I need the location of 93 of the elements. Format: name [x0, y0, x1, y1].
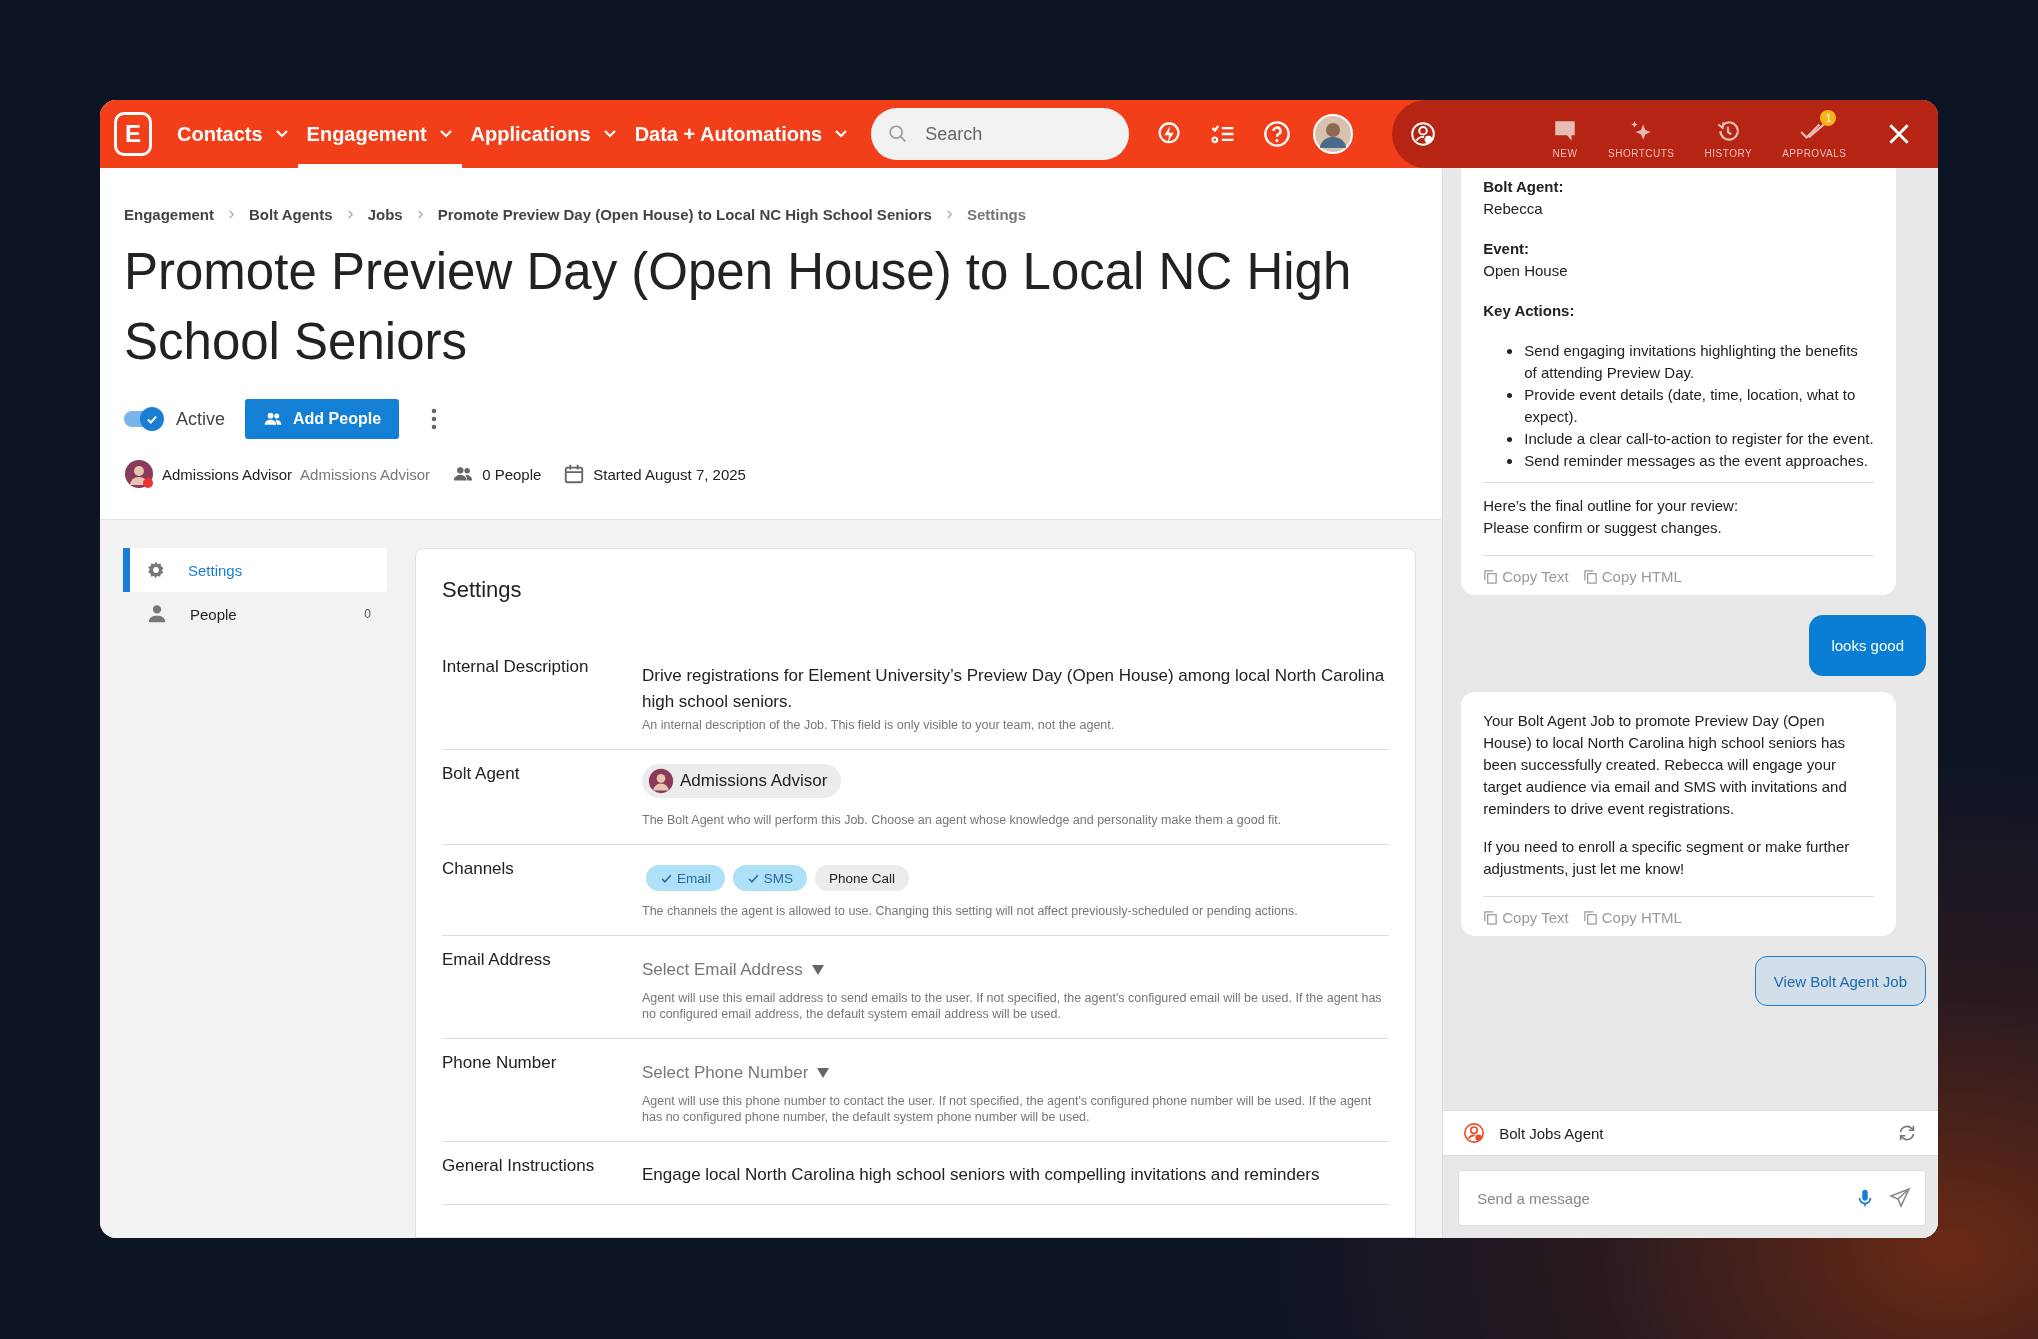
- field-label: Phone Number: [442, 1053, 558, 1074]
- list-item: Include a clear call-to-action to register for the event.: [1524, 429, 1874, 449]
- agent-chip[interactable]: Admissions Advisor: [642, 764, 842, 798]
- section-title: Settings: [442, 577, 523, 603]
- assistant-tool-button[interactable]: APPROVALS 1: [1776, 109, 1853, 159]
- field-label: Event:: [1483, 239, 1531, 259]
- person-icon: [146, 603, 168, 625]
- list-item: Send reminder messages as the event approaches.: [1524, 451, 1868, 471]
- channel-chip[interactable]: Phone Call: [815, 865, 910, 891]
- assistant-tool-button[interactable]: NEW: [1546, 109, 1584, 159]
- copy-icon: [1582, 569, 1598, 584]
- description-text: Drive registrations for Element University’s Preview Day (Open House) among local North Carolina high school seniors.: [642, 665, 1386, 713]
- caret-icon: [602, 129, 617, 139]
- people-count: 0 People: [482, 465, 542, 483]
- toggle-label: Active: [176, 408, 226, 430]
- select-dropdown[interactable]: Select Phone Number: [642, 1063, 831, 1083]
- copy-button[interactable]: Copy HTML: [1582, 909, 1682, 926]
- assistant-tool-button[interactable]: SHORTCUTS: [1602, 109, 1681, 159]
- caret-icon: [274, 129, 289, 139]
- copy-button[interactable]: Copy Text: [1483, 568, 1569, 585]
- caret-icon: [816, 1067, 831, 1079]
- chevron-icon: [346, 209, 354, 220]
- bullet-icon: [1507, 349, 1513, 354]
- agent-role: Admissions Advisor: [300, 465, 431, 483]
- field-label: Bolt Agent: [442, 764, 521, 785]
- copy-button[interactable]: Copy Text: [1483, 909, 1569, 926]
- help-icon[interactable]: [1263, 120, 1292, 148]
- agent-name: Admissions Advisor: [162, 465, 293, 483]
- message-text: Your Bolt Agent Job to promote Preview Day (Open House) to local North Carolina high school seniors has been successfully created. Rebecca will engage your target audience via email and SMS with invitations and reminders to drive event registrations.: [1483, 711, 1848, 819]
- search-field[interactable]: Search: [871, 108, 1130, 160]
- field-label: Internal Description: [442, 657, 590, 678]
- assistant-tool-button[interactable]: HISTORY: [1698, 109, 1759, 159]
- nav-menu-item[interactable]: Applications: [461, 100, 626, 168]
- calendar-icon: [563, 463, 586, 485]
- user-bolt-icon[interactable]: [1410, 121, 1436, 147]
- bullet-icon: [1507, 459, 1513, 464]
- breadcrumb-link[interactable]: Engagement: [124, 206, 214, 223]
- channel-chip[interactable]: SMS: [732, 865, 808, 891]
- page-title: Promote Preview Day (Open House) to Local NC High School Seniors: [124, 242, 1353, 372]
- app-logo[interactable]: E: [114, 112, 152, 156]
- copy-button[interactable]: Copy HTML: [1582, 568, 1682, 585]
- copy-icon: [1483, 569, 1499, 584]
- message-text: If you need to enroll a specific segment or make further adjustments, just let me know!: [1483, 837, 1851, 879]
- field-label: Channels: [442, 859, 515, 880]
- chevron-icon: [416, 209, 424, 220]
- count-badge: 1: [1820, 109, 1837, 126]
- copy-icon: [1582, 910, 1598, 925]
- list-item: Provide event details (date, time, location, what to expect).: [1524, 385, 1857, 427]
- help-text: Agent will use this phone number to contact the user. If not specified, the agent's configured phone number will be used. If the agent has no configured phone number, the default system phone number will be used.: [642, 1093, 1373, 1125]
- help-text: An internal description of the Job. This field is only visible to your team, not the agent.: [642, 717, 1116, 733]
- nav-menu-item[interactable]: Contacts: [168, 100, 298, 168]
- field-label: General Instructions: [442, 1156, 596, 1177]
- agent-name: Bolt Jobs Agent: [1499, 1124, 1604, 1142]
- message-heading: Key Actions:: [1483, 301, 1576, 321]
- sidebar-item[interactable]: People 0: [123, 592, 387, 636]
- bullet-icon: [1507, 437, 1513, 442]
- breadcrumb-link[interactable]: Jobs: [367, 206, 403, 223]
- chevron-icon: [228, 209, 235, 220]
- caret-icon: [834, 129, 849, 139]
- settings-icon: [146, 560, 166, 580]
- field-label: Email Address: [442, 950, 552, 971]
- agent-avatar: [648, 768, 674, 794]
- help-text: The Bolt Agent who will perform this Job. Choose an agent whose knowledge and personality make them a good fit.: [642, 812, 1283, 828]
- breadcrumb-link[interactable]: Settings: [966, 206, 1027, 223]
- message-field[interactable]: Send a message: [1458, 1170, 1926, 1226]
- breadcrumb-link[interactable]: Bolt Agents: [249, 206, 333, 223]
- list-item: Send engaging invitations highlighting the benefits of attending Preview Day.: [1524, 341, 1859, 383]
- copy-icon: [1483, 910, 1499, 925]
- user-avatar[interactable]: [1313, 114, 1354, 154]
- caret-icon: [438, 129, 453, 139]
- description-text: Engage local North Carolina high school seniors with compelling invitations and reminders: [642, 1164, 1321, 1186]
- channel-chip[interactable]: Email: [646, 865, 725, 891]
- sidebar-item[interactable]: Settings: [123, 548, 387, 592]
- chevron-icon: [945, 209, 953, 220]
- start-date: Started August 7, 2025: [593, 465, 746, 483]
- user-message: looks good: [1809, 615, 1926, 676]
- add-people-button[interactable]: Add People: [245, 399, 400, 439]
- field-value: Open House: [1483, 261, 1569, 281]
- caret-icon: [810, 964, 825, 976]
- field-label: Bolt Agent:: [1483, 177, 1565, 197]
- nav-menu-item[interactable]: Data + Automations: [625, 100, 858, 168]
- breadcrumb-link[interactable]: Promote Preview Day (Open House) to Local NC High School Seniors: [437, 206, 932, 223]
- help-text: Agent will use this email address to send emails to the user. If not specified, the agent's configured email will be used. If the agent has no configured email address, the default system email address will be used.: [642, 990, 1383, 1022]
- send-icon[interactable]: [1888, 1186, 1912, 1210]
- help-text: The channels the agent is allowed to use. Changing this setting will not affect previously-scheduled or pending actions.: [642, 903, 1299, 919]
- select-dropdown[interactable]: Select Email Address: [642, 960, 825, 980]
- message-text: Here’s the final outline for your review: Please confirm or suggest changes.: [1483, 496, 1740, 538]
- user-bolt-icon: [1463, 1122, 1486, 1144]
- view-job-button[interactable]: View Bolt Agent Job: [1754, 956, 1926, 1006]
- field-value: Rebecca: [1483, 199, 1544, 219]
- bullet-icon: [1507, 393, 1513, 398]
- more-icon[interactable]: [431, 408, 438, 430]
- agent-avatar: [124, 459, 154, 489]
